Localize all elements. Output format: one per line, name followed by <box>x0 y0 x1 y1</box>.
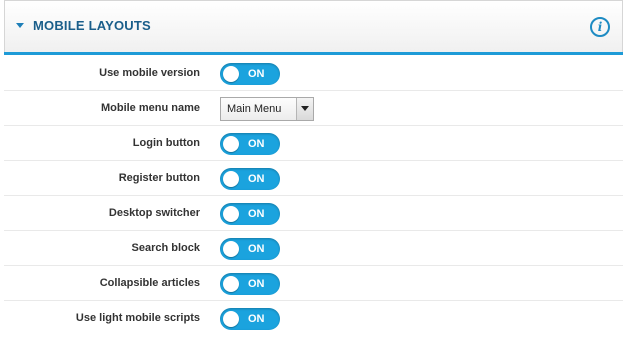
setting-row-search-block: Search block ON <box>4 231 623 266</box>
setting-label: Mobile menu name <box>100 102 200 114</box>
setting-row-desktop-switcher: Desktop switcher ON <box>4 196 623 231</box>
toggle-knob <box>223 66 239 82</box>
header-accent-bar <box>4 52 623 55</box>
setting-row-mobile-menu-name: Mobile menu name Main Menu <box>4 91 623 126</box>
setting-row-register-button: Register button ON <box>4 161 623 196</box>
toggle-knob <box>223 136 239 152</box>
toggle-knob <box>223 311 239 327</box>
toggle-state-label: ON <box>248 68 265 80</box>
info-icon[interactable]: i <box>590 17 610 37</box>
use-light-mobile-scripts-toggle[interactable]: ON <box>220 308 280 330</box>
toggle-knob <box>223 206 239 222</box>
setting-label: Use light mobile scripts <box>75 312 200 324</box>
panel-title: MOBILE LAYOUTS <box>33 18 151 33</box>
select-value: Main Menu <box>227 103 282 115</box>
toggle-knob <box>223 276 239 292</box>
toggle-knob <box>223 241 239 257</box>
setting-row-use-light-mobile-scripts: Use light mobile scripts ON <box>4 301 623 336</box>
setting-label: Login button <box>132 137 200 149</box>
collapsible-articles-toggle[interactable]: ON <box>220 273 280 295</box>
desktop-switcher-toggle[interactable]: ON <box>220 203 280 225</box>
toggle-state-label: ON <box>248 173 265 185</box>
setting-label: Desktop switcher <box>108 207 200 219</box>
setting-label: Register button <box>118 172 200 184</box>
setting-row-login-button: Login button ON <box>4 126 623 161</box>
chevron-down-icon[interactable] <box>296 98 313 120</box>
collapse-caret-icon[interactable] <box>16 23 24 28</box>
use-mobile-version-toggle[interactable]: ON <box>220 63 280 85</box>
setting-label: Use mobile version <box>99 67 200 79</box>
setting-row-collapsible-articles: Collapsible articles ON <box>4 266 623 301</box>
toggle-state-label: ON <box>248 278 265 290</box>
setting-label: Search block <box>131 242 200 254</box>
toggle-state-label: ON <box>248 138 265 150</box>
settings-list: Use mobile version ON Mobile menu name M… <box>4 56 623 336</box>
mobile-menu-name-select[interactable]: Main Menu <box>220 97 314 121</box>
setting-row-use-mobile-version: Use mobile version ON <box>4 56 623 91</box>
register-button-toggle[interactable]: ON <box>220 168 280 190</box>
toggle-state-label: ON <box>248 313 265 325</box>
toggle-knob <box>223 171 239 187</box>
setting-label: Collapsible articles <box>99 277 200 289</box>
login-button-toggle[interactable]: ON <box>220 133 280 155</box>
toggle-state-label: ON <box>248 208 265 220</box>
toggle-state-label: ON <box>248 243 265 255</box>
panel-header[interactable]: MOBILE LAYOUTS i <box>4 0 623 55</box>
search-block-toggle[interactable]: ON <box>220 238 280 260</box>
